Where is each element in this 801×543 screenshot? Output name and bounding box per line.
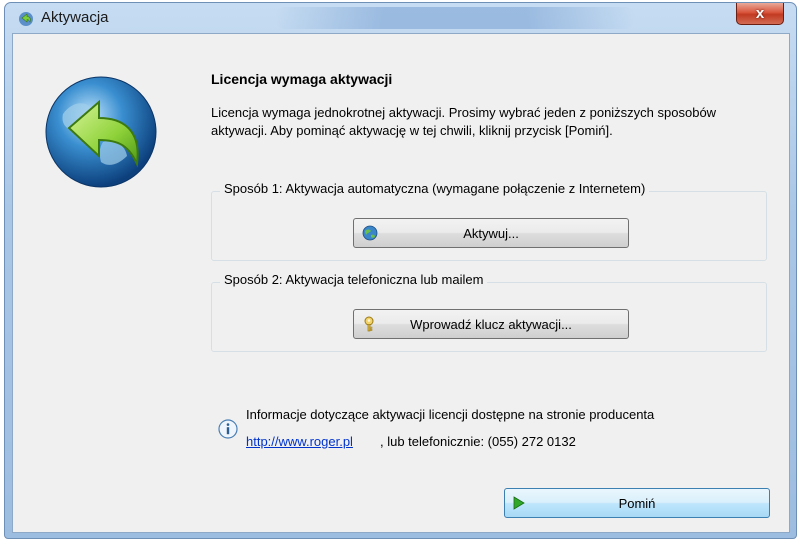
globe-arrow-logo-icon <box>45 76 157 188</box>
activation-description: Licencja wymaga jednokrotnej aktywacji. … <box>211 105 717 138</box>
enter-activation-key-label: Wprowadź klucz aktywacji... <box>410 316 572 332</box>
skip-button[interactable]: Pomiń <box>504 488 770 518</box>
phone-info-text: , lub telefonicznie: (055) 272 0132 <box>380 434 576 449</box>
title-bar[interactable]: Aktywacja x <box>5 3 796 33</box>
method-2-group: Sposób 2: Aktywacja telefoniczna lub mai… <box>211 272 767 352</box>
close-icon: x <box>755 5 765 22</box>
play-arrow-icon <box>513 496 525 510</box>
key-icon <box>364 316 374 332</box>
info-icon <box>218 419 238 439</box>
info-text: Informacje dotyczące aktywacji licencji … <box>246 407 655 422</box>
title-bar-glow <box>275 7 635 29</box>
producer-website-link[interactable]: http://www.roger.pl <box>246 434 353 449</box>
globe-icon <box>362 225 378 241</box>
app-icon <box>19 12 33 26</box>
enter-activation-key-button[interactable]: Wprowadź klucz aktywacji... <box>353 309 629 339</box>
window-title: Aktywacja <box>41 9 109 26</box>
skip-button-label: Pomiń <box>618 495 656 511</box>
method-2-legend: Sposób 2: Aktywacja telefoniczna lub mai… <box>220 272 488 287</box>
page-title: Licencja wymaga aktywacji <box>211 71 393 87</box>
method-1-legend: Sposób 1: Aktywacja automatyczna (wymaga… <box>220 181 650 196</box>
activation-dialog-window: Aktywacja x Licencja wymaga aktywacji Li… <box>4 2 797 539</box>
close-button[interactable]: x <box>736 3 784 25</box>
activate-button[interactable]: Aktywuj... <box>353 218 629 248</box>
method-1-group: Sposób 1: Aktywacja automatyczna (wymaga… <box>211 181 767 261</box>
dialog-client-area: Licencja wymaga aktywacji Licencja wymag… <box>12 33 790 533</box>
activate-button-label: Aktywuj... <box>463 225 519 241</box>
